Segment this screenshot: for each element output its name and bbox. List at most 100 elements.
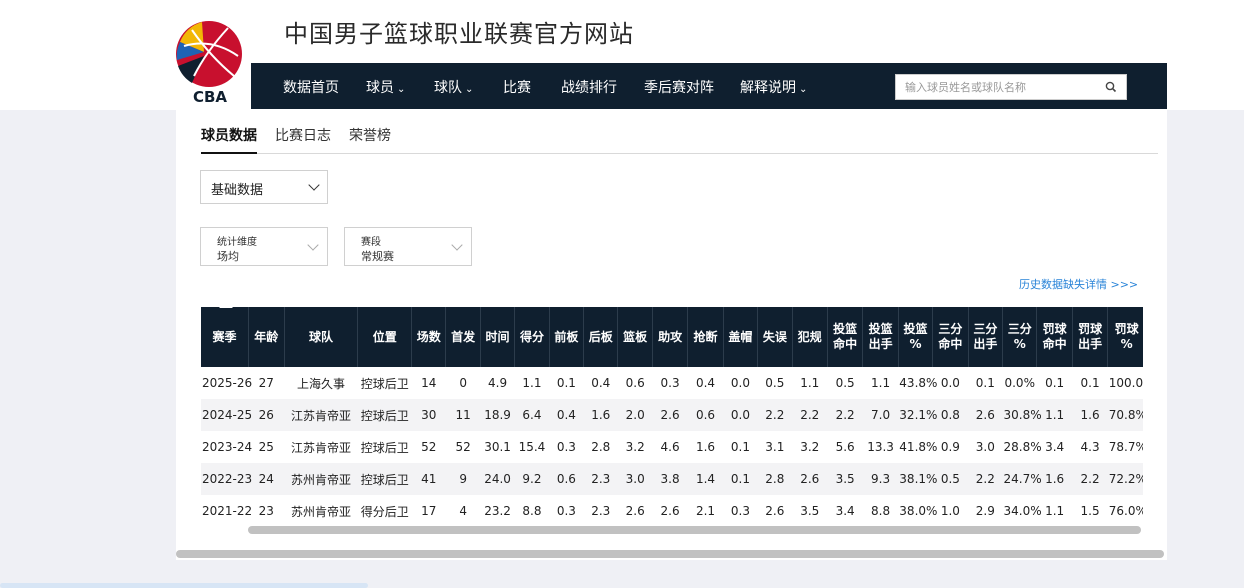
panel-horizontal-scrollbar[interactable] <box>176 550 1164 558</box>
table-cell: 4.9 <box>480 367 515 399</box>
table-cell: 0.5 <box>827 367 863 399</box>
table-cell: 0.3 <box>723 495 758 527</box>
filter-stat-dimension[interactable]: 统计维度 场均 <box>200 227 328 266</box>
column-header[interactable]: 赛季 <box>201 307 250 367</box>
nav-glossary[interactable]: 解释说明 ⌄ <box>740 77 807 97</box>
column-header[interactable]: 失误 <box>757 307 793 367</box>
chevron-down-icon: ⌄ <box>465 84 474 95</box>
column-header[interactable]: 三分 命中 <box>932 307 969 367</box>
column-header-label: 时间 <box>485 329 510 344</box>
cba-logo[interactable]: CBA <box>172 16 248 106</box>
table-cell: 2023-24 <box>201 431 252 463</box>
table-cell: 2.6 <box>968 399 1003 431</box>
site-title: 中国男子篮球职业联赛官方网站 <box>284 20 634 48</box>
table-cell: 9 <box>445 463 481 495</box>
table-cell: 9.2 <box>514 463 550 495</box>
table-cell: 24 <box>248 463 284 495</box>
chevron-down-icon <box>308 179 320 191</box>
column-header[interactable]: 罚球 命中 <box>1036 307 1073 367</box>
table-cell: 18.9 <box>480 399 515 431</box>
table-cell: 23 <box>248 495 284 527</box>
column-header[interactable]: 球队 <box>284 307 359 367</box>
table-cell: 2.6 <box>652 399 688 431</box>
column-header-label: 场数 <box>416 329 441 344</box>
column-header-label: 失误 <box>762 329 787 344</box>
history-missing-data-link[interactable]: 历史数据缺失详情 >>> <box>1019 276 1138 292</box>
table-cell: 控球后卫 <box>357 463 412 495</box>
table-cell: 52 <box>411 431 446 463</box>
table-cell: 控球后卫 <box>357 431 412 463</box>
column-header[interactable]: 年龄 <box>248 307 285 367</box>
tab-game-log[interactable]: 比赛日志 <box>275 125 331 152</box>
column-header[interactable]: 盖帽 <box>723 307 759 367</box>
table-cell: 得分后卫 <box>357 495 412 527</box>
footer-strip <box>0 583 368 588</box>
table-cell: 52 <box>445 431 481 463</box>
nav-playoff-bracket[interactable]: 季后赛对阵 <box>644 77 714 97</box>
column-header[interactable]: 投篮 命中 <box>827 307 864 367</box>
column-header[interactable]: 首发 <box>445 307 481 367</box>
table-cell: 1.1 <box>1036 495 1073 527</box>
stats-table-container: 赛季 年龄 球队 位置 场数 首发 时间 得分 前板 后板 篮板 助攻 抢断 盖帽 失误 犯规 投篮 命中 投篮 出手… <box>201 307 1143 537</box>
column-header[interactable]: 投篮% <box>898 307 934 367</box>
table-cell: 2.3 <box>583 463 618 495</box>
nav-data-home[interactable]: 数据首页 <box>283 77 339 97</box>
table-cell: 1.1 <box>792 367 828 399</box>
column-header-label: 三分 <box>938 322 963 336</box>
data-type-select-value: 基础数据 <box>211 183 264 198</box>
nav-standings[interactable]: 战绩排行 <box>561 77 617 97</box>
column-header-label: 三分 <box>1007 322 1032 336</box>
table-cell: 苏州肯帝亚 <box>284 463 358 495</box>
filter-season-stage[interactable]: 赛段 常规赛 <box>344 227 472 266</box>
column-header-label: 得分 <box>519 329 544 344</box>
table-cell: 1.1 <box>862 367 899 399</box>
column-header[interactable]: 罚球% <box>1107 307 1143 367</box>
table-cell: 38.0% <box>898 495 937 527</box>
table-cell: 4 <box>445 495 481 527</box>
column-header[interactable]: 罚球 出手 <box>1072 307 1109 367</box>
search-input[interactable] <box>896 75 1096 99</box>
search-icon[interactable] <box>1104 80 1118 94</box>
column-header[interactable]: 时间 <box>480 307 516 367</box>
column-header[interactable]: 位置 <box>357 307 413 367</box>
table-cell: 4.3 <box>1072 431 1108 463</box>
table-cell: 1.4 <box>687 463 724 495</box>
table-cell: 2.8 <box>583 431 618 463</box>
table-cell: 控球后卫 <box>357 367 412 399</box>
column-header[interactable]: 场数 <box>411 307 447 367</box>
table-cell: 1.6 <box>1072 399 1108 431</box>
column-header-label: 年龄 <box>254 329 279 344</box>
table-cell: 76.0% <box>1107 495 1143 527</box>
data-type-select[interactable]: 基础数据 <box>200 170 328 204</box>
column-header[interactable]: 助攻 <box>652 307 689 367</box>
column-header[interactable]: 篮板 <box>617 307 653 367</box>
table-cell: 0.0 <box>723 399 758 431</box>
column-header[interactable]: 投篮 出手 <box>862 307 899 367</box>
table-cell: 2.8 <box>757 463 793 495</box>
table-cell: 0.4 <box>549 399 584 431</box>
tab-honors[interactable]: 荣誉榜 <box>349 125 391 152</box>
column-header[interactable]: 犯规 <box>792 307 828 367</box>
table-row: 2025-26 27 上海久事 控球后卫 14 0 4.9 1.1 0.1 0.4 0.6 0.3 0.… <box>201 367 1143 399</box>
column-header[interactable]: 前板 <box>549 307 585 367</box>
column-header[interactable]: 得分 <box>514 307 550 367</box>
table-body: 2025-26 27 上海久事 控球后卫 14 0 4.9 1.1 0.1 0.4 0.6 0.3 0.… <box>201 367 1143 527</box>
column-header[interactable]: 后板 <box>583 307 619 367</box>
nav-teams[interactable]: 球队 ⌄ <box>434 77 473 97</box>
table-cell: 41 <box>411 463 446 495</box>
table-cell: 78.7% <box>1107 431 1143 463</box>
column-header-label: 抢断 <box>693 329 718 344</box>
nav-games[interactable]: 比赛 <box>503 77 531 97</box>
table-cell: 0.0% <box>1002 367 1037 399</box>
column-header[interactable]: 抢断 <box>687 307 724 367</box>
table-row: 2023-24 25 江苏肯帝亚 控球后卫 52 52 30.1 15.4 0.3 2.8 3.2 4… <box>201 431 1143 463</box>
nav-players[interactable]: 球员 ⌄ <box>366 77 405 97</box>
table-cell: 2.6 <box>617 495 653 527</box>
tab-player-stats[interactable]: 球员数据 <box>201 125 257 154</box>
column-header[interactable]: 三分 出手 <box>968 307 1004 367</box>
column-header[interactable]: 三分% <box>1002 307 1038 367</box>
chevron-down-icon: ⌄ <box>799 84 808 95</box>
table-cell: 7.0 <box>862 399 899 431</box>
table-horizontal-scrollbar[interactable] <box>248 526 1141 534</box>
table-cell: 0.1 <box>1036 367 1073 399</box>
